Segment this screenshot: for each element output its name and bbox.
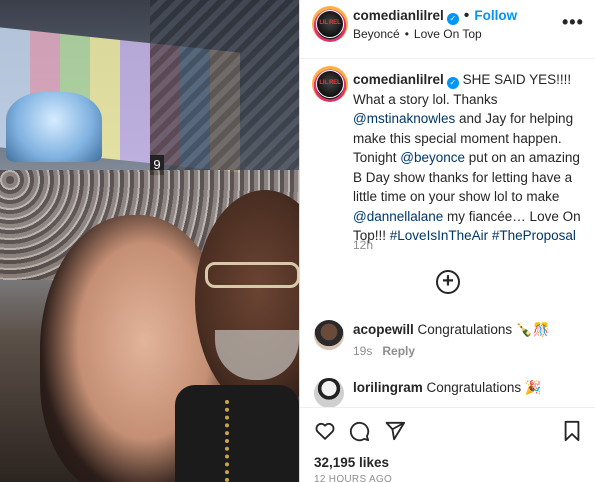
caption-time: 12h — [353, 238, 374, 252]
follow-button[interactable]: Follow — [474, 8, 517, 23]
comment-body: Congratulations 🍾🎊 — [417, 322, 550, 337]
gold-chain — [225, 400, 255, 482]
caption-verified-badge-icon: ✓ — [446, 77, 459, 89]
author-username[interactable]: comedianlilrel — [353, 8, 444, 23]
music-separator: • — [404, 27, 409, 41]
comment-username[interactable]: acopewill — [353, 322, 414, 337]
avatar-logo-text: LIL REL — [319, 20, 341, 26]
comment-text-row: acopewill Congratulations 🍾🎊 — [353, 322, 549, 338]
plus-circle-icon[interactable]: + — [436, 270, 460, 294]
heart-icon[interactable] — [314, 420, 336, 447]
caption-avatar-logo-text: LIL REL — [319, 80, 341, 86]
separator-dot: • — [463, 7, 470, 24]
reply-button[interactable]: Reply — [382, 344, 415, 358]
comment-body: Congratulations 🎉 — [426, 380, 542, 395]
music-song[interactable]: Love On Top — [414, 27, 482, 41]
commenter-avatar[interactable] — [314, 378, 344, 408]
caption-text: comedianlilrel ✓ SHE SAID YES!!!! What a … — [353, 70, 589, 246]
comment-username[interactable]: lorilingram — [353, 380, 423, 395]
caption-body: SHE SAID YES!!!! What a story lol. Thank… — [353, 72, 581, 243]
music-artist[interactable]: Beyoncé — [353, 27, 400, 41]
music-line[interactable]: Beyoncé • Love On Top — [353, 27, 482, 41]
caption-avatar[interactable]: LIL REL — [312, 66, 348, 102]
header-title-row: comedianlilrel ✓ • Follow — [353, 7, 517, 25]
caption-username[interactable]: comedianlilrel — [353, 72, 444, 87]
more-options-icon[interactable]: ••• — [562, 12, 584, 33]
mention-link[interactable]: @dannellalane — [353, 209, 443, 224]
hashtag-link[interactable]: #TheProposal — [492, 228, 576, 243]
post-photo[interactable]: 9 — [0, 0, 299, 482]
glasses — [205, 262, 299, 288]
comment-meta: 19s Reply — [353, 344, 415, 358]
likes-count[interactable]: 32,195 likes — [314, 455, 389, 470]
comment-bubble-icon[interactable] — [348, 420, 370, 447]
verified-badge-icon: ✓ — [446, 13, 459, 25]
post-side-panel: LIL REL comedianlilrel ✓ • Follow Beyoncé • L… — [299, 0, 595, 482]
action-bar — [300, 407, 595, 453]
mention-link[interactable]: @beyonce — [400, 150, 465, 165]
stadium-rafters — [150, 0, 299, 170]
hashtag-link[interactable]: #LoveIsInTheAir — [390, 228, 488, 243]
share-plane-icon[interactable] — [384, 420, 406, 447]
author-avatar[interactable]: LIL REL — [312, 6, 348, 42]
comment-time: 19s — [353, 344, 373, 358]
post-header: LIL REL comedianlilrel ✓ • Follow Beyoncé • L… — [300, 0, 595, 59]
mention-link[interactable]: @mstinaknowles — [353, 111, 455, 126]
commenter-avatar[interactable] — [314, 320, 344, 350]
bookmark-icon[interactable] — [562, 420, 582, 447]
stage-screen — [6, 92, 102, 162]
comment-text-row: lorilingram Congratulations 🎉 — [353, 380, 542, 396]
post-timestamp: 12 HOURS AGO — [314, 474, 393, 482]
